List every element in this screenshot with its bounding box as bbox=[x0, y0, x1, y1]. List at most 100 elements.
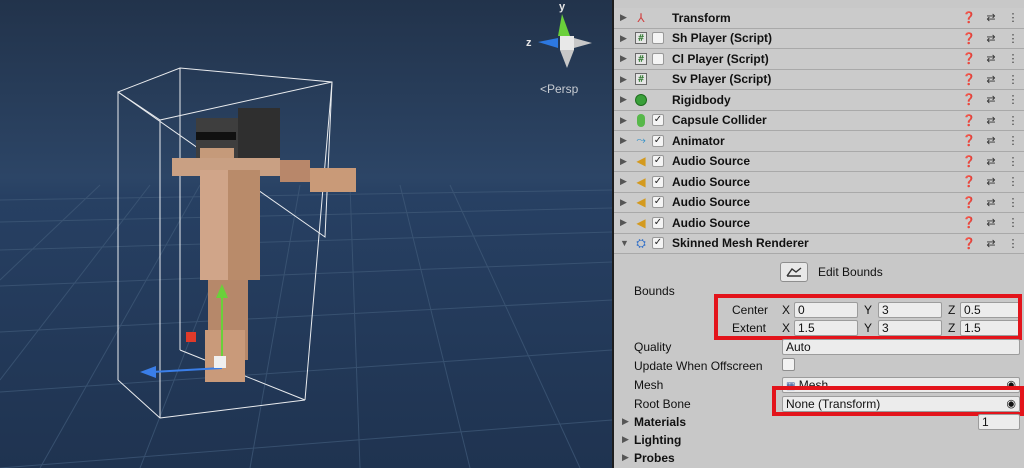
foldout-arrow-icon[interactable]: ▶ bbox=[620, 135, 630, 146]
more-options-icon[interactable]: ⋮ bbox=[1006, 155, 1020, 169]
component-header[interactable]: ▶ Rigidbody ❓ ⇄ ⋮ bbox=[614, 90, 1024, 111]
more-options-icon[interactable]: ⋮ bbox=[1006, 52, 1020, 66]
help-icon[interactable]: ❓ bbox=[962, 93, 976, 107]
help-icon[interactable]: ❓ bbox=[962, 114, 976, 128]
enable-checkbox[interactable]: ✓ bbox=[652, 196, 664, 209]
component-header[interactable]: ▶ ◀ ✓ Audio Source ❓ ⇄ ⋮ bbox=[614, 213, 1024, 234]
component-name: Cl Player (Script) bbox=[672, 51, 769, 66]
component-name: Audio Source bbox=[672, 215, 751, 230]
probes-label[interactable]: Probes bbox=[634, 451, 675, 465]
help-icon[interactable]: ❓ bbox=[962, 32, 976, 46]
materials-label[interactable]: Materials bbox=[634, 415, 686, 429]
more-options-icon[interactable]: ⋮ bbox=[1006, 73, 1020, 87]
component-list: ▶ ⅄ Transform ❓ ⇄ ⋮ ▶ # Sh Player (Script) ❓ ⇄ ⋮ ▶ # C… bbox=[614, 8, 1024, 254]
component-header[interactable]: ▶ ◀ ✓ Audio Source ❓ ⇄ ⋮ bbox=[614, 172, 1024, 193]
help-icon[interactable]: ❓ bbox=[962, 11, 976, 25]
component-header[interactable]: ▶ # Sv Player (Script) ❓ ⇄ ⋮ bbox=[614, 69, 1024, 90]
foldout-arrow-icon[interactable]: ▶ bbox=[620, 53, 630, 64]
component-name: Rigidbody bbox=[672, 92, 731, 107]
foldout-arrow-icon[interactable]: ▶ bbox=[620, 156, 630, 167]
enable-checkbox[interactable] bbox=[652, 52, 664, 65]
foldout-arrow-icon[interactable]: ▶ bbox=[620, 94, 630, 105]
materials-fold-icon[interactable]: ▶ bbox=[622, 416, 629, 427]
foldout-arrow-icon[interactable]: ▼ bbox=[620, 238, 630, 248]
perspective-toggle[interactable]: <Persp bbox=[540, 82, 578, 96]
foldout-arrow-icon[interactable]: ▶ bbox=[620, 176, 630, 187]
component-header[interactable]: ▶ ◀ ✓ Audio Source ❓ ⇄ ⋮ bbox=[614, 151, 1024, 172]
audio-source-icon: ◀ bbox=[636, 215, 646, 230]
enable-checkbox[interactable] bbox=[652, 32, 664, 45]
probes-fold-icon[interactable]: ▶ bbox=[622, 452, 629, 463]
lighting-label[interactable]: Lighting bbox=[634, 433, 681, 447]
enable-checkbox[interactable]: ✓ bbox=[652, 134, 664, 147]
scene-canvas bbox=[0, 0, 612, 468]
more-options-icon[interactable]: ⋮ bbox=[1006, 32, 1020, 46]
component-header[interactable]: ▶ ✓ Capsule Collider ❓ ⇄ ⋮ bbox=[614, 110, 1024, 131]
script-icon: # bbox=[634, 72, 648, 86]
more-options-icon[interactable]: ⋮ bbox=[1006, 237, 1020, 251]
component-header[interactable]: ▶ # Cl Player (Script) ❓ ⇄ ⋮ bbox=[614, 49, 1024, 70]
presets-icon[interactable]: ⇄ bbox=[984, 196, 998, 210]
foldout-arrow-icon[interactable]: ▶ bbox=[620, 115, 630, 126]
component-header[interactable]: ▶ # Sh Player (Script) ❓ ⇄ ⋮ bbox=[614, 28, 1024, 49]
materials-count-field[interactable]: 1 bbox=[978, 414, 1020, 430]
enable-checkbox[interactable]: ✓ bbox=[652, 114, 664, 127]
component-name: Audio Source bbox=[672, 174, 751, 189]
foldout-arrow-icon[interactable]: ▶ bbox=[620, 74, 630, 85]
quality-dropdown[interactable]: Auto bbox=[782, 339, 1020, 355]
component-header[interactable]: ▶ ◀ ✓ Audio Source ❓ ⇄ ⋮ bbox=[614, 192, 1024, 213]
presets-icon[interactable]: ⇄ bbox=[984, 52, 998, 66]
help-icon[interactable]: ❓ bbox=[962, 134, 976, 148]
more-options-icon[interactable]: ⋮ bbox=[1006, 93, 1020, 107]
enable-checkbox[interactable]: ✓ bbox=[652, 155, 664, 168]
update-offscreen-checkbox[interactable] bbox=[782, 358, 795, 371]
more-options-icon[interactable]: ⋮ bbox=[1006, 11, 1020, 25]
enable-checkbox[interactable]: ✓ bbox=[652, 175, 664, 188]
help-icon[interactable]: ❓ bbox=[962, 155, 976, 169]
more-options-icon[interactable]: ⋮ bbox=[1006, 175, 1020, 189]
lighting-fold-icon[interactable]: ▶ bbox=[622, 434, 629, 445]
edit-bounds-icon bbox=[786, 267, 802, 277]
edit-bounds-label: Edit Bounds bbox=[818, 265, 883, 279]
component-header[interactable]: ▼ ⛭ ✓ Skinned Mesh Renderer ❓ ⇄ ⋮ bbox=[614, 233, 1024, 254]
bounds-label: Bounds bbox=[634, 284, 675, 298]
presets-icon[interactable]: ⇄ bbox=[984, 11, 998, 25]
presets-icon[interactable]: ⇄ bbox=[984, 32, 998, 46]
foldout-arrow-icon[interactable]: ▶ bbox=[620, 217, 630, 228]
help-icon[interactable]: ❓ bbox=[962, 196, 976, 210]
more-options-icon[interactable]: ⋮ bbox=[1006, 134, 1020, 148]
help-icon[interactable]: ❓ bbox=[962, 52, 976, 66]
quality-label: Quality bbox=[634, 340, 672, 354]
presets-icon[interactable]: ⇄ bbox=[984, 155, 998, 169]
presets-icon[interactable]: ⇄ bbox=[984, 93, 998, 107]
more-options-icon[interactable]: ⋮ bbox=[1006, 196, 1020, 210]
quality-value: Auto bbox=[786, 340, 811, 354]
presets-icon[interactable]: ⇄ bbox=[984, 237, 998, 251]
help-icon[interactable]: ❓ bbox=[962, 73, 976, 87]
component-name: Animator bbox=[672, 133, 725, 148]
script-icon: # bbox=[634, 52, 648, 66]
enable-checkbox[interactable]: ✓ bbox=[652, 237, 664, 250]
help-icon[interactable]: ❓ bbox=[962, 216, 976, 230]
audio-source-icon: ◀ bbox=[636, 174, 646, 189]
foldout-arrow-icon[interactable]: ▶ bbox=[620, 197, 630, 208]
presets-icon[interactable]: ⇄ bbox=[984, 134, 998, 148]
presets-icon[interactable]: ⇄ bbox=[984, 175, 998, 189]
audio-source-icon: ◀ bbox=[636, 154, 646, 169]
help-icon[interactable]: ❓ bbox=[962, 175, 976, 189]
scene-view[interactable]: y z <Persp bbox=[0, 0, 612, 468]
presets-icon[interactable]: ⇄ bbox=[984, 114, 998, 128]
presets-icon[interactable]: ⇄ bbox=[984, 216, 998, 230]
gizmo-y-label: y bbox=[559, 1, 566, 13]
component-header[interactable]: ▶ ⅄ Transform ❓ ⇄ ⋮ bbox=[614, 8, 1024, 29]
update-offscreen-label: Update When Offscreen bbox=[634, 359, 763, 373]
foldout-arrow-icon[interactable]: ▶ bbox=[620, 33, 630, 44]
edit-bounds-button[interactable] bbox=[780, 262, 808, 282]
presets-icon[interactable]: ⇄ bbox=[984, 73, 998, 87]
enable-checkbox[interactable]: ✓ bbox=[652, 216, 664, 229]
foldout-arrow-icon[interactable]: ▶ bbox=[620, 12, 630, 23]
help-icon[interactable]: ❓ bbox=[962, 237, 976, 251]
component-header[interactable]: ▶ ⤳ ✓ Animator ❓ ⇄ ⋮ bbox=[614, 131, 1024, 152]
more-options-icon[interactable]: ⋮ bbox=[1006, 216, 1020, 230]
more-options-icon[interactable]: ⋮ bbox=[1006, 114, 1020, 128]
